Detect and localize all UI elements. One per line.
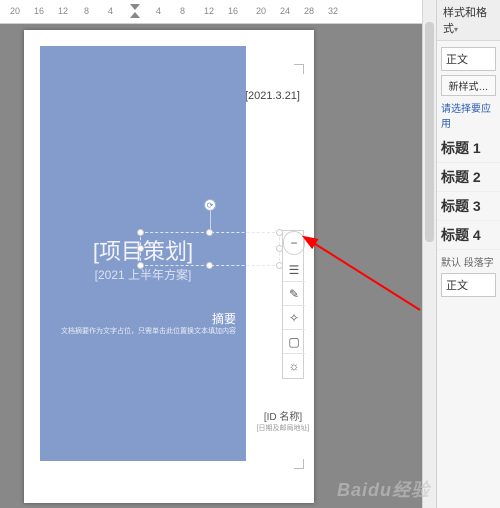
idea-button[interactable]: ☼ [283, 354, 305, 378]
first-line-indent-marker[interactable] [130, 4, 140, 10]
date-placeholder[interactable]: [2021.3.21] [245, 90, 300, 102]
chevron-down-icon[interactable]: ▾ [454, 25, 458, 34]
style-filter-select[interactable]: 正文 [441, 273, 496, 297]
heading-style-list: 标题 1 标题 2 标题 3 标题 4 [437, 134, 500, 250]
resize-handle[interactable] [137, 229, 144, 236]
new-style-button[interactable]: 新样式… [441, 75, 496, 96]
style-heading-3[interactable]: 标题 3 [437, 192, 500, 221]
styles-pane: 样式和格式▾ 正文 新样式… 请选择要应用 标题 1 标题 2 标题 3 标题 … [436, 0, 500, 508]
styles-pane-header: 样式和格式▾ [437, 0, 500, 41]
rotate-handle[interactable]: ⟳ [204, 199, 216, 211]
page[interactable]: [2021.3.21] [项目策划] [2021 上半年方案] 摘要 文档摘要作… [24, 30, 314, 503]
default-paragraph-note: 默认 段落字 [441, 254, 496, 269]
style-heading-4[interactable]: 标题 4 [437, 221, 500, 250]
watermark: Baidu经验 [337, 476, 430, 502]
frame-button[interactable]: ▢ [283, 330, 305, 354]
document-canvas[interactable]: [2021.3.21] [项目策划] [2021 上半年方案] 摘要 文档摘要作… [0, 24, 435, 508]
abstract-heading[interactable]: 摘要 [40, 310, 246, 327]
horizontal-ruler[interactable]: 20 16 12 8 4 4 8 12 16 20 24 28 32 [0, 0, 435, 24]
resize-handle[interactable] [137, 245, 144, 252]
resize-handle[interactable] [206, 229, 213, 236]
vertical-scrollbar[interactable] [422, 0, 435, 508]
id-name[interactable]: [ID 名称] [248, 408, 318, 423]
hanging-indent-marker[interactable] [130, 12, 140, 18]
scroll-thumb[interactable] [425, 22, 434, 242]
collapse-button[interactable]: − [283, 231, 305, 255]
selection-box[interactable]: ⟳ [140, 232, 280, 266]
doc-subtitle[interactable]: [2021 上半年方案] [40, 266, 246, 283]
id-sub[interactable]: [日期及邮局地址] [248, 423, 318, 433]
resize-handle[interactable] [206, 262, 213, 269]
cover-block[interactable]: [项目策划] [2021 上半年方案] 摘要 文档摘要作为文字占位，只需单击此位… [40, 46, 246, 461]
style-heading-1[interactable]: 标题 1 [437, 134, 500, 163]
apply-hint-link[interactable]: 请选择要应用 [441, 100, 496, 130]
margin-corner-icon [294, 64, 304, 74]
abstract-text[interactable]: 文档摘要作为文字占位，只需单击此位置换文本填加内容 [40, 326, 246, 336]
edit-button[interactable]: ✎ [283, 282, 305, 306]
layout-button[interactable]: ☰ [283, 258, 305, 282]
margin-corner-icon [294, 459, 304, 469]
current-style-select[interactable]: 正文 [441, 47, 496, 71]
resize-handle[interactable] [137, 262, 144, 269]
object-float-toolbar: − ☰ ✎ ✧ ▢ ☼ [282, 230, 304, 379]
effects-button[interactable]: ✧ [283, 306, 305, 330]
style-heading-2[interactable]: 标题 2 [437, 163, 500, 192]
